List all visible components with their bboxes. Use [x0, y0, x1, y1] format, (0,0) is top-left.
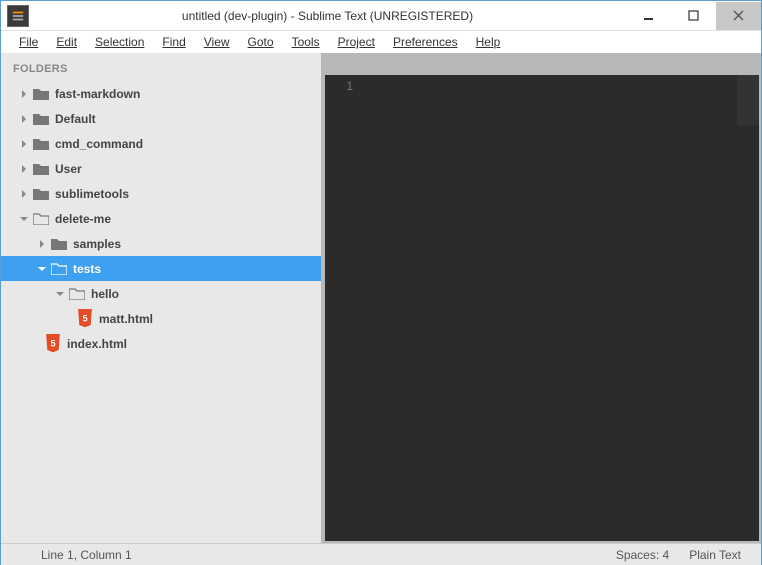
- svg-text:5: 5: [50, 339, 55, 349]
- editor-area: 1: [321, 53, 761, 543]
- folder-tree: fast-markdown Default cmd_command User: [1, 81, 321, 356]
- folder-sublimetools[interactable]: sublimetools: [1, 181, 321, 206]
- folder-open-icon: [51, 262, 67, 276]
- folder-tests[interactable]: tests: [1, 256, 321, 281]
- html-file-icon: 5: [77, 312, 93, 326]
- chevron-right-icon: [19, 165, 29, 173]
- file-index-html[interactable]: 5 index.html: [1, 331, 321, 356]
- folder-label: samples: [73, 237, 121, 251]
- folder-label: tests: [73, 262, 101, 276]
- folder-samples[interactable]: samples: [1, 231, 321, 256]
- minimap[interactable]: [737, 75, 759, 125]
- folder-icon: [51, 237, 67, 251]
- folder-icon: [33, 162, 49, 176]
- menubar: File Edit Selection Find View Goto Tools…: [1, 31, 761, 53]
- titlebar: untitled (dev-plugin) - Sublime Text (UN…: [1, 1, 761, 31]
- editor-body[interactable]: 1: [325, 75, 759, 541]
- status-position[interactable]: Line 1, Column 1: [31, 548, 142, 562]
- folder-delete-me[interactable]: delete-me: [1, 206, 321, 231]
- panel-switch-icon[interactable]: [11, 549, 31, 561]
- file-matt-html[interactable]: 5 matt.html: [1, 306, 321, 331]
- folder-open-icon: [69, 287, 85, 301]
- svg-text:5: 5: [82, 314, 87, 324]
- folder-hello[interactable]: hello: [1, 281, 321, 306]
- line-gutter: 1: [325, 75, 361, 541]
- tab-strip[interactable]: [325, 55, 759, 75]
- menu-selection[interactable]: Selection: [87, 33, 152, 51]
- chevron-right-icon: [37, 240, 47, 248]
- folder-icon: [33, 137, 49, 151]
- folder-cmd-command[interactable]: cmd_command: [1, 131, 321, 156]
- window-title: untitled (dev-plugin) - Sublime Text (UN…: [29, 9, 626, 23]
- folder-fast-markdown[interactable]: fast-markdown: [1, 81, 321, 106]
- status-spaces[interactable]: Spaces: 4: [606, 548, 679, 562]
- folder-icon: [33, 87, 49, 101]
- line-number: 1: [325, 79, 353, 93]
- folder-open-icon: [33, 212, 49, 226]
- file-label: index.html: [67, 337, 127, 351]
- menu-find[interactable]: Find: [154, 33, 193, 51]
- menu-goto[interactable]: Goto: [240, 33, 282, 51]
- html-file-icon: 5: [45, 337, 61, 351]
- folder-user[interactable]: User: [1, 156, 321, 181]
- minimize-button[interactable]: [626, 2, 671, 30]
- sidebar-header: FOLDERS: [1, 59, 321, 81]
- menu-help[interactable]: Help: [468, 33, 509, 51]
- menu-tools[interactable]: Tools: [284, 33, 328, 51]
- folder-default[interactable]: Default: [1, 106, 321, 131]
- app-icon: [7, 5, 29, 27]
- menu-file[interactable]: File: [11, 33, 46, 51]
- folder-label: Default: [55, 112, 96, 126]
- chevron-right-icon: [19, 190, 29, 198]
- file-label: matt.html: [99, 312, 153, 326]
- maximize-button[interactable]: [671, 2, 716, 30]
- folder-label: delete-me: [55, 212, 111, 226]
- folder-label: sublimetools: [55, 187, 129, 201]
- chevron-down-icon: [55, 290, 65, 298]
- menu-project[interactable]: Project: [330, 33, 383, 51]
- close-button[interactable]: [716, 2, 761, 30]
- chevron-down-icon: [19, 215, 29, 223]
- menu-view[interactable]: View: [196, 33, 238, 51]
- status-syntax[interactable]: Plain Text: [679, 548, 751, 562]
- sidebar: FOLDERS fast-markdown Default cmd_comman…: [1, 53, 321, 543]
- menu-preferences[interactable]: Preferences: [385, 33, 466, 51]
- folder-icon: [33, 112, 49, 126]
- folder-label: User: [55, 162, 82, 176]
- folder-icon: [33, 187, 49, 201]
- chevron-right-icon: [19, 90, 29, 98]
- chevron-down-icon: [37, 265, 47, 273]
- statusbar: Line 1, Column 1 Spaces: 4 Plain Text: [1, 543, 761, 565]
- folder-label: fast-markdown: [55, 87, 140, 101]
- chevron-right-icon: [19, 140, 29, 148]
- folder-label: cmd_command: [55, 137, 143, 151]
- menu-edit[interactable]: Edit: [48, 33, 85, 51]
- chevron-right-icon: [19, 115, 29, 123]
- folder-label: hello: [91, 287, 119, 301]
